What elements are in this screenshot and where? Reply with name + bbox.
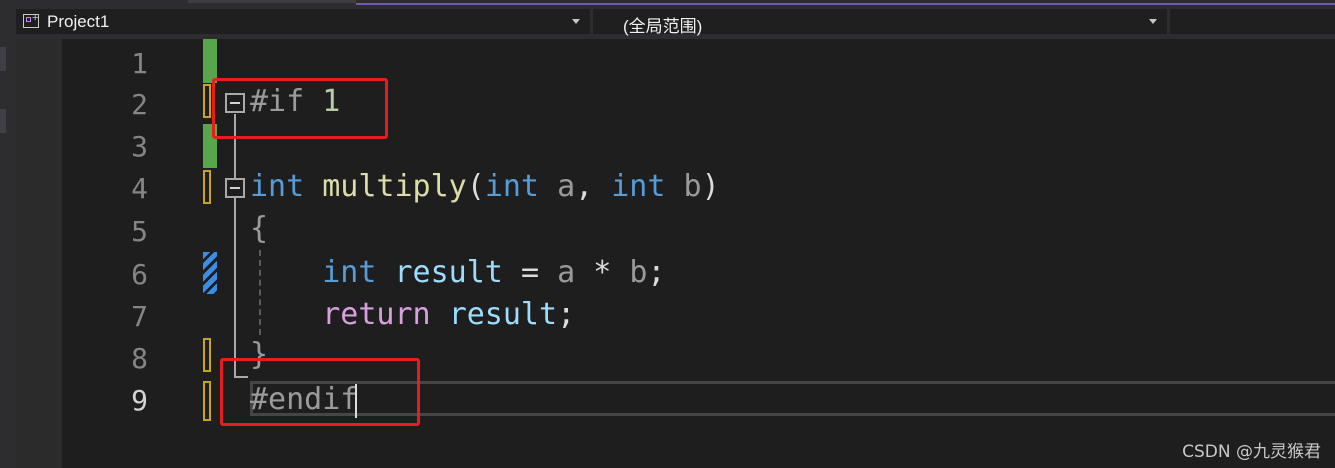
change-marker-reverted [203,252,217,294]
scope-combo[interactable]: (全局范围) [593,9,1167,36]
line-number: 7 [131,300,148,333]
keyword: int [484,169,539,204]
scope-combo-label: (全局范围) [623,17,703,36]
code-line-7[interactable]: return result; [250,295,575,335]
watermark: CSDN @九灵猴君 [1182,442,1321,462]
change-marker-unsaved [203,381,211,421]
function-name: multiply [322,169,467,204]
project-combo[interactable]: + Project1 [16,9,590,34]
keyword: int [250,169,305,204]
change-marker-unsaved [203,338,211,372]
punctuation: ; [557,297,576,332]
punctuation: ) [701,169,720,204]
line-number: 3 [131,130,148,163]
project-combo-label: Project1 [47,12,110,31]
punctuation: ; [647,255,666,290]
brace: { [250,211,269,246]
keyword-control: return [322,297,431,332]
chevron-down-icon[interactable] [1149,19,1157,24]
line-number: 4 [131,172,148,205]
line-number: 1 [131,47,148,80]
outline-line [234,114,236,378]
navigation-bar: + Project1 (全局范围) [0,5,1335,39]
line-number: 2 [131,88,148,121]
annotation-box-if [212,78,388,139]
line-number: 5 [131,215,148,248]
change-marker-unsaved [203,170,211,204]
operator: * [593,255,612,290]
change-marker-saved [203,39,217,83]
code-line-4[interactable]: int multiply(int a, int b) [250,167,720,207]
parameter: b [683,169,702,204]
parameter: a [557,255,576,290]
line-number: 8 [131,342,148,375]
parameter: a [557,169,576,204]
project-icon: + [23,12,39,28]
code-line-6[interactable]: int result = a * b; [250,253,665,293]
code-line-5[interactable]: { [250,209,268,249]
chevron-down-icon[interactable] [572,19,580,24]
operator: = [520,255,539,290]
annotation-box-endif [220,358,420,426]
collapse-icon[interactable] [225,178,245,198]
line-number: 6 [131,258,148,291]
variable: result [394,255,503,290]
keyword: int [322,255,377,290]
tab-indicator [188,0,356,3]
change-marker-unsaved [203,84,211,118]
punctuation: , [575,169,594,204]
variable: result [448,297,558,332]
line-number-current: 9 [131,384,148,417]
parameter: b [629,255,648,290]
member-combo[interactable] [1170,9,1335,34]
keyword: int [611,169,666,204]
punctuation: ( [466,169,485,204]
